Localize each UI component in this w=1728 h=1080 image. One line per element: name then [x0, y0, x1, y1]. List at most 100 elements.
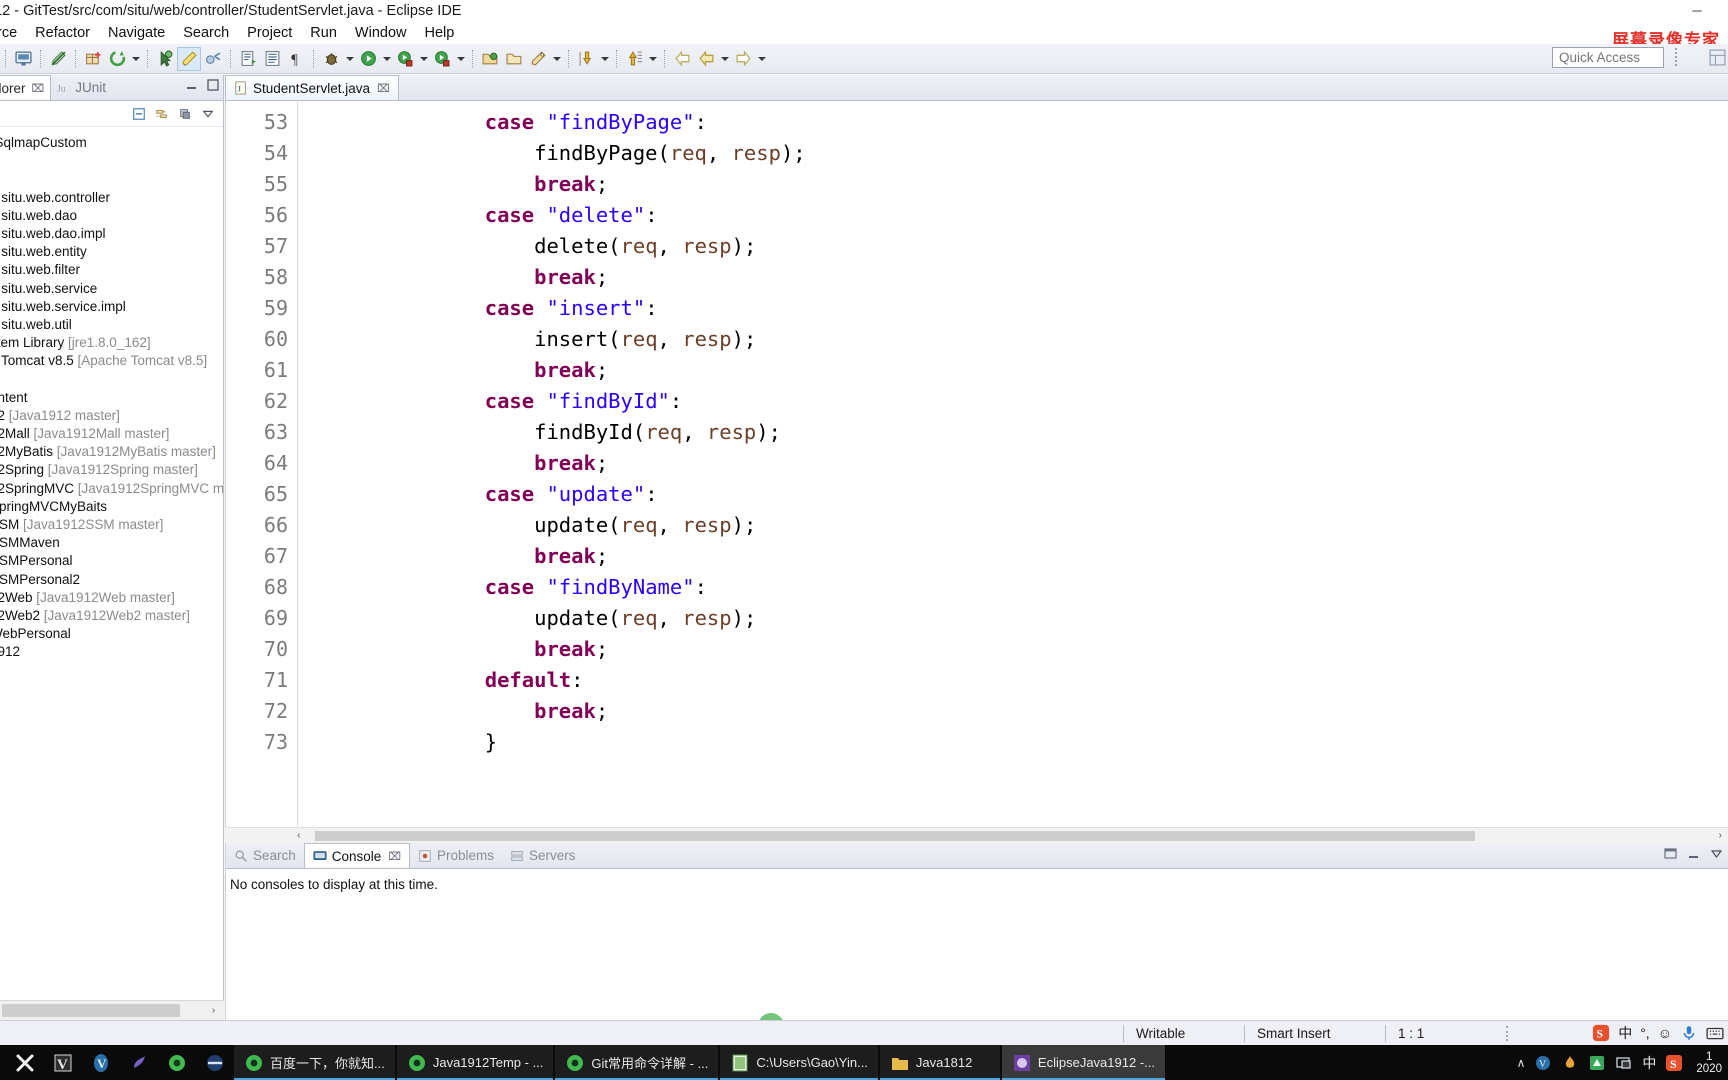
tree-item[interactable]: SSM [Java1912SSM master]	[0, 516, 223, 534]
close-icon[interactable]: ⌧	[377, 82, 390, 95]
ime-language-label[interactable]: 中	[1618, 1023, 1632, 1043]
tab-problems[interactable]: Problems	[410, 843, 502, 868]
download-icon[interactable]	[574, 47, 598, 71]
menu-navigate[interactable]: Navigate	[99, 22, 174, 44]
download-dropdown-arrow[interactable]	[598, 47, 611, 71]
editor-horizontal-scrollbar[interactable]: ‹ ›	[225, 827, 1728, 843]
edge-icon[interactable]	[196, 1045, 234, 1080]
focus-icon[interactable]	[178, 107, 192, 121]
tree-item[interactable]: stem Library [jre1.8.0_162]	[0, 334, 223, 352]
taskbar-item[interactable]: C:\Users\Gao\Yin...	[720, 1045, 878, 1080]
code-editor[interactable]: 53 54 55 56 57 58 59 60 61 62 63 64 65 66 67 68 69 70 71 72…	[225, 101, 1728, 827]
tree-item[interactable]: 12Web2 [Java1912Web2 master]	[0, 607, 223, 625]
ime-punctuation-label[interactable]: °,	[1640, 1025, 1650, 1041]
tab-search[interactable]: Search	[226, 843, 304, 868]
xmind-icon[interactable]	[6, 1045, 44, 1080]
tree-item[interactable]: 12MyBatis [Java1912MyBatis master]	[0, 443, 223, 461]
tab-servers[interactable]: Servers	[502, 843, 584, 868]
code-line[interactable]: break;	[386, 634, 1728, 665]
minimize-button[interactable]: ─	[1674, 0, 1720, 20]
explorer-scroll-thumb[interactable]	[2, 1004, 180, 1017]
code-line[interactable]: break;	[386, 696, 1728, 727]
tree-item[interactable]: SSMPersonal	[0, 552, 223, 570]
tree-item[interactable]: n.situ.web.entity	[0, 243, 223, 261]
console-output[interactable]: No consoles to display at this time.	[226, 869, 1728, 892]
tree-item[interactable]: SpringMVCMyBaits	[0, 498, 223, 516]
tree-item[interactable]: n.situ.web.controller	[0, 189, 223, 207]
debug-dropdown-arrow[interactable]	[343, 47, 356, 71]
search-pen-icon[interactable]	[526, 47, 550, 71]
tab-studentservlet-java[interactable]: J StudentServlet.java ⌧	[225, 75, 399, 100]
link-editor-icon[interactable]	[155, 107, 169, 121]
menu-source[interactable]: rce	[0, 22, 26, 44]
code-line[interactable]: delete(req, resp);	[386, 231, 1728, 262]
tree-item[interactable]: WebPersonal	[0, 625, 223, 643]
search-dropdown-arrow[interactable]	[550, 47, 563, 71]
open-task-icon[interactable]	[260, 47, 284, 71]
menu-search[interactable]: Search	[174, 22, 238, 44]
tree-item[interactable]: 1912	[0, 643, 223, 661]
ime-emoji-icon[interactable]: ☺	[1658, 1025, 1672, 1041]
upload-dropdown-arrow[interactable]	[646, 47, 659, 71]
code-line[interactable]: case "update":	[386, 479, 1728, 510]
menu-run[interactable]: Run	[301, 22, 346, 44]
keyboard-icon[interactable]	[1706, 1024, 1724, 1042]
debug-icon[interactable]	[319, 47, 343, 71]
vmware-icon[interactable]: V	[82, 1045, 120, 1080]
scroll-right-icon[interactable]: ›	[1719, 830, 1722, 841]
fire-tray-icon[interactable]	[1561, 1054, 1579, 1072]
view-menu-icon[interactable]	[1710, 847, 1724, 861]
source-code-text[interactable]: case "findByPage": findByPage(req, resp)…	[298, 101, 1728, 827]
upload-icon[interactable]	[622, 47, 646, 71]
menu-help[interactable]: Help	[415, 22, 463, 44]
collapse-all-icon[interactable]	[132, 107, 146, 121]
refresh-dropdown-arrow[interactable]	[129, 47, 142, 71]
code-line[interactable]: update(req, resp);	[386, 603, 1728, 634]
code-line[interactable]: findById(req, resp);	[386, 417, 1728, 448]
project-tree[interactable]: rSqlmapCustom n.situ.web.controller n.situ…	[0, 130, 223, 998]
no-edit-icon[interactable]	[46, 47, 70, 71]
navicat-icon[interactable]	[120, 1045, 158, 1080]
code-line[interactable]: update(req, resp);	[386, 510, 1728, 541]
code-line[interactable]: case "findByName":	[386, 572, 1728, 603]
run-server-icon[interactable]	[393, 47, 417, 71]
taskbar-item[interactable]: Git常用命令详解 - ...	[555, 1045, 719, 1080]
sogou-tray-icon[interactable]: S	[1665, 1054, 1683, 1072]
minimize-icon[interactable]	[1687, 847, 1701, 861]
code-line[interactable]: case "findByPage":	[386, 107, 1728, 138]
tree-item[interactable]: 12Web [Java1912Web master]	[0, 589, 223, 607]
show-hidden-icons-icon[interactable]: ∧	[1517, 1056, 1526, 1070]
tree-item[interactable]: n.situ.web.dao.impl	[0, 225, 223, 243]
code-line[interactable]: case "findById":	[386, 386, 1728, 417]
previous-dropdown-arrow[interactable]	[718, 47, 731, 71]
tree-item[interactable]: rSqlmapCustom	[0, 134, 223, 152]
forward-icon[interactable]	[731, 47, 755, 71]
chrome-icon[interactable]	[158, 1045, 196, 1080]
taskbar-item[interactable]: 百度一下，你就知...	[234, 1045, 395, 1080]
taskbar-ime-language[interactable]: 中	[1642, 1053, 1656, 1073]
debug-server-icon[interactable]	[430, 47, 454, 71]
menu-project[interactable]: Project	[238, 22, 301, 44]
taskbar-clock[interactable]: 1 2020	[1692, 1051, 1722, 1075]
tree-item[interactable]: 12Mall [Java1912Mall master]	[0, 425, 223, 443]
new-wizard-icon[interactable]	[11, 47, 35, 71]
debug-server-dropdown-arrow[interactable]	[454, 47, 467, 71]
run-server-dropdown-arrow[interactable]	[417, 47, 430, 71]
tree-item[interactable]: n.situ.web.filter	[0, 261, 223, 279]
refresh-icon[interactable]	[105, 47, 129, 71]
code-line[interactable]: break;	[386, 448, 1728, 479]
code-line[interactable]: break;	[386, 262, 1728, 293]
back-icon[interactable]	[670, 47, 694, 71]
editor-scroll-thumb[interactable]	[315, 831, 1475, 841]
code-line[interactable]: default:	[386, 665, 1728, 696]
debug-last-icon[interactable]	[153, 47, 177, 71]
tree-item[interactable]: 12Spring [Java1912Spring master]	[0, 461, 223, 479]
tree-item[interactable]: SSMMaven	[0, 534, 223, 552]
menu-window[interactable]: Window	[346, 22, 416, 44]
code-line[interactable]: break;	[386, 541, 1728, 572]
tab-package-explorer[interactable]: plorer ⌧	[0, 75, 52, 100]
vim-icon[interactable]: V	[44, 1045, 82, 1080]
menu-refactor[interactable]: Refactor	[26, 22, 99, 44]
tree-item[interactable]: ontent	[0, 389, 223, 407]
run-icon[interactable]	[356, 47, 380, 71]
